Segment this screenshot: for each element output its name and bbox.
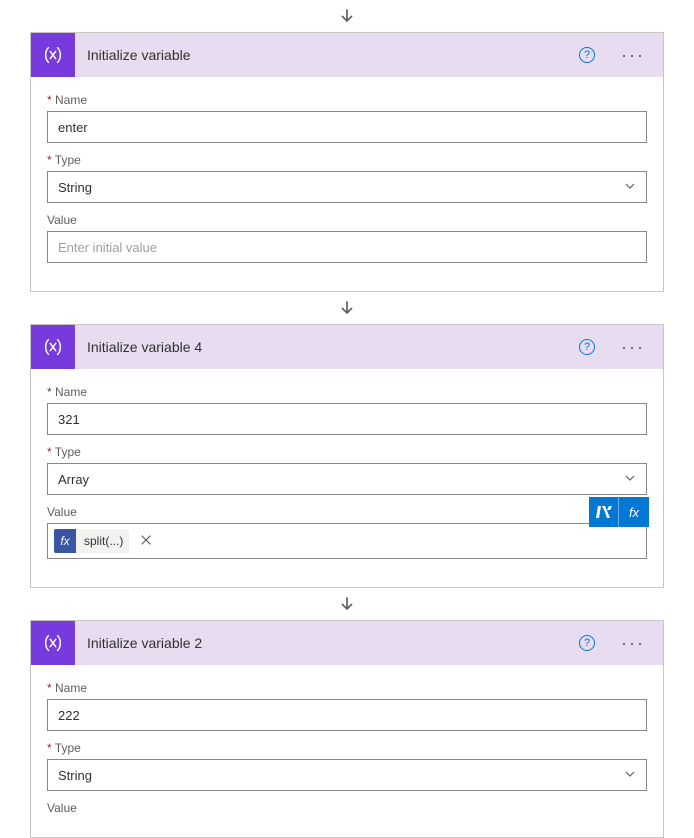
more-menu-icon[interactable]: ··· — [617, 633, 649, 654]
field-value: Value — [47, 801, 647, 815]
expression-button[interactable]: fx — [619, 497, 649, 527]
card-header[interactable]: Initialize variable ? ··· — [31, 33, 663, 77]
chevron-down-icon — [624, 768, 636, 783]
type-select[interactable]: String — [47, 759, 647, 791]
type-select-value: String — [58, 768, 92, 783]
field-type: Type String — [47, 153, 647, 203]
field-label-name: Name — [47, 681, 647, 695]
field-value: Value — [47, 213, 647, 263]
field-label-type: Type — [47, 445, 647, 459]
dynamic-content-bar: fx — [589, 497, 649, 527]
type-select-value: Array — [58, 472, 89, 487]
field-label-type: Type — [47, 741, 647, 755]
token-text: split(...) — [80, 534, 129, 548]
card-header[interactable]: Initialize variable 4 ? ··· — [31, 325, 663, 369]
remove-token-icon[interactable] — [135, 533, 157, 550]
type-select[interactable]: String — [47, 171, 647, 203]
card-title: Initialize variable — [87, 47, 567, 63]
field-label-value: Value — [47, 801, 647, 815]
field-label-name: Name — [47, 93, 647, 107]
help-icon[interactable]: ? — [579, 47, 595, 63]
field-type: Type String — [47, 741, 647, 791]
more-menu-icon[interactable]: ··· — [617, 337, 649, 358]
field-value: Value fx split(...) — [47, 505, 647, 559]
field-label-value: Value — [47, 213, 647, 227]
arrow-down-icon — [335, 296, 359, 320]
name-input[interactable] — [47, 403, 647, 435]
card-body: Name Type String Value — [31, 665, 663, 837]
action-card-initialize-variable-2[interactable]: Initialize variable 2 ? ··· Name Type St… — [30, 620, 664, 838]
dynamic-content-button[interactable] — [589, 497, 619, 527]
field-name: Name — [47, 385, 647, 435]
card-title: Initialize variable 2 — [87, 635, 567, 651]
card-body: Name Type Array fx — [31, 369, 663, 587]
flow-container: Initialize variable ? ··· Name Type Stri… — [0, 0, 694, 838]
type-select-value: String — [58, 180, 92, 195]
name-input[interactable] — [47, 111, 647, 143]
card-body: Name Type String Value — [31, 77, 663, 291]
variable-icon — [31, 621, 75, 665]
field-label-type: Type — [47, 153, 647, 167]
field-name: Name — [47, 93, 647, 143]
type-select[interactable]: Array — [47, 463, 647, 495]
help-icon[interactable]: ? — [579, 339, 595, 355]
card-header[interactable]: Initialize variable 2 ? ··· — [31, 621, 663, 665]
fx-icon: fx — [54, 529, 76, 553]
action-card-initialize-variable-4[interactable]: Initialize variable 4 ? ··· Name Type Ar… — [30, 324, 664, 588]
action-card-initialize-variable[interactable]: Initialize variable ? ··· Name Type Stri… — [30, 32, 664, 292]
chevron-down-icon — [624, 472, 636, 487]
more-menu-icon[interactable]: ··· — [617, 45, 649, 66]
value-input[interactable] — [47, 231, 647, 263]
arrow-down-icon — [335, 4, 359, 28]
card-title: Initialize variable 4 — [87, 339, 567, 355]
field-type: Type Array — [47, 445, 647, 495]
arrow-down-icon — [335, 592, 359, 616]
field-label-name: Name — [47, 385, 647, 399]
chevron-down-icon — [624, 180, 636, 195]
field-name: Name — [47, 681, 647, 731]
variable-icon — [31, 33, 75, 77]
value-input[interactable]: fx split(...) — [47, 523, 647, 559]
field-label-value: Value — [47, 505, 647, 519]
name-input[interactable] — [47, 699, 647, 731]
variable-icon — [31, 325, 75, 369]
fx-label: fx — [629, 505, 639, 520]
expression-token[interactable]: fx split(...) — [54, 529, 129, 553]
help-icon[interactable]: ? — [579, 635, 595, 651]
